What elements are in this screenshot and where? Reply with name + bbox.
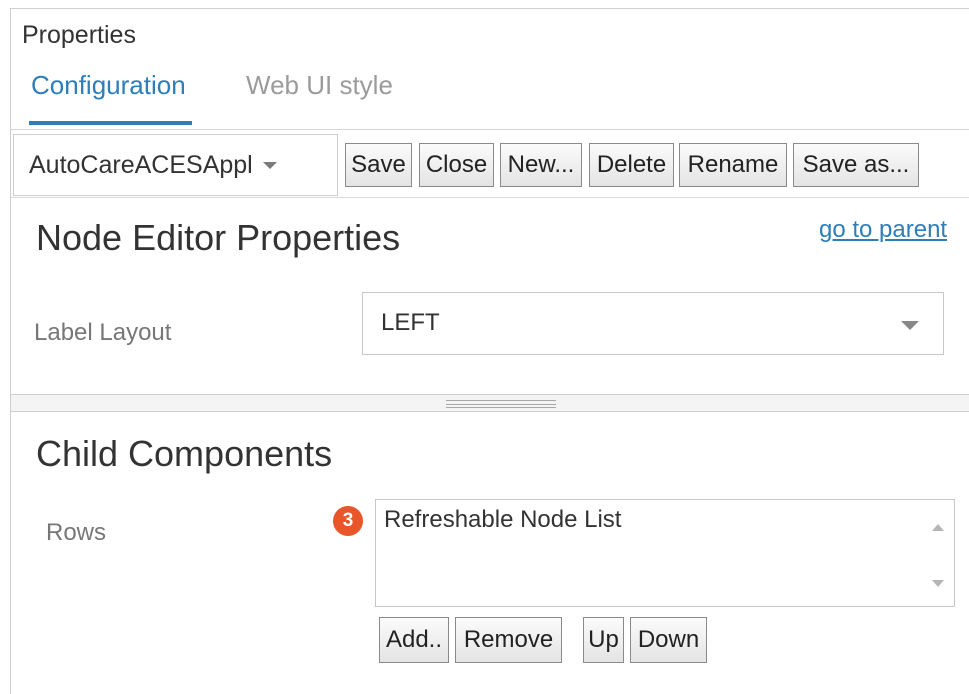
toolbar: AutoCareACESAppl Save Close New... Delet… (11, 130, 969, 198)
remove-button[interactable]: Remove (455, 617, 562, 663)
tab-configuration[interactable]: Configuration (29, 67, 192, 125)
node-editor-title: Node Editor Properties (36, 217, 401, 258)
save-button[interactable]: Save (345, 143, 412, 187)
properties-panel: Properties Configuration Web UI style Au… (10, 8, 969, 694)
child-components-title: Child Components (36, 433, 333, 474)
configuration-select[interactable]: AutoCareACESAppl (13, 134, 338, 196)
label-layout-value: LEFT (381, 309, 440, 336)
rows-label: Rows (46, 519, 107, 546)
configuration-select-value: AutoCareACESAppl (29, 150, 253, 179)
count-badge: 3 (333, 506, 363, 536)
add-button[interactable]: Add.. (379, 617, 449, 663)
list-item[interactable]: Refreshable Node List (384, 506, 621, 534)
save-as-button[interactable]: Save as... (793, 143, 919, 187)
new-button[interactable]: New... (500, 143, 582, 187)
label-layout-label: Label Layout (34, 319, 172, 346)
drag-handle-icon[interactable] (446, 400, 556, 408)
rows-list[interactable]: Refreshable Node List (375, 499, 955, 607)
tab-web-ui-style[interactable]: Web UI style (244, 67, 395, 119)
chevron-down-icon (901, 321, 919, 330)
up-button[interactable]: Up (583, 617, 624, 663)
close-button[interactable]: Close (419, 143, 494, 187)
down-button[interactable]: Down (630, 617, 707, 663)
chevron-down-icon (262, 161, 277, 169)
panel-title: Properties (22, 21, 136, 49)
splitter[interactable] (11, 394, 969, 412)
label-layout-select[interactable]: LEFT (362, 292, 944, 355)
scroll-up-icon[interactable] (932, 524, 944, 531)
go-to-parent-link[interactable]: go to parent (819, 216, 947, 244)
delete-button[interactable]: Delete (589, 143, 674, 187)
rename-button[interactable]: Rename (679, 143, 787, 187)
scroll-down-icon[interactable] (932, 580, 944, 587)
